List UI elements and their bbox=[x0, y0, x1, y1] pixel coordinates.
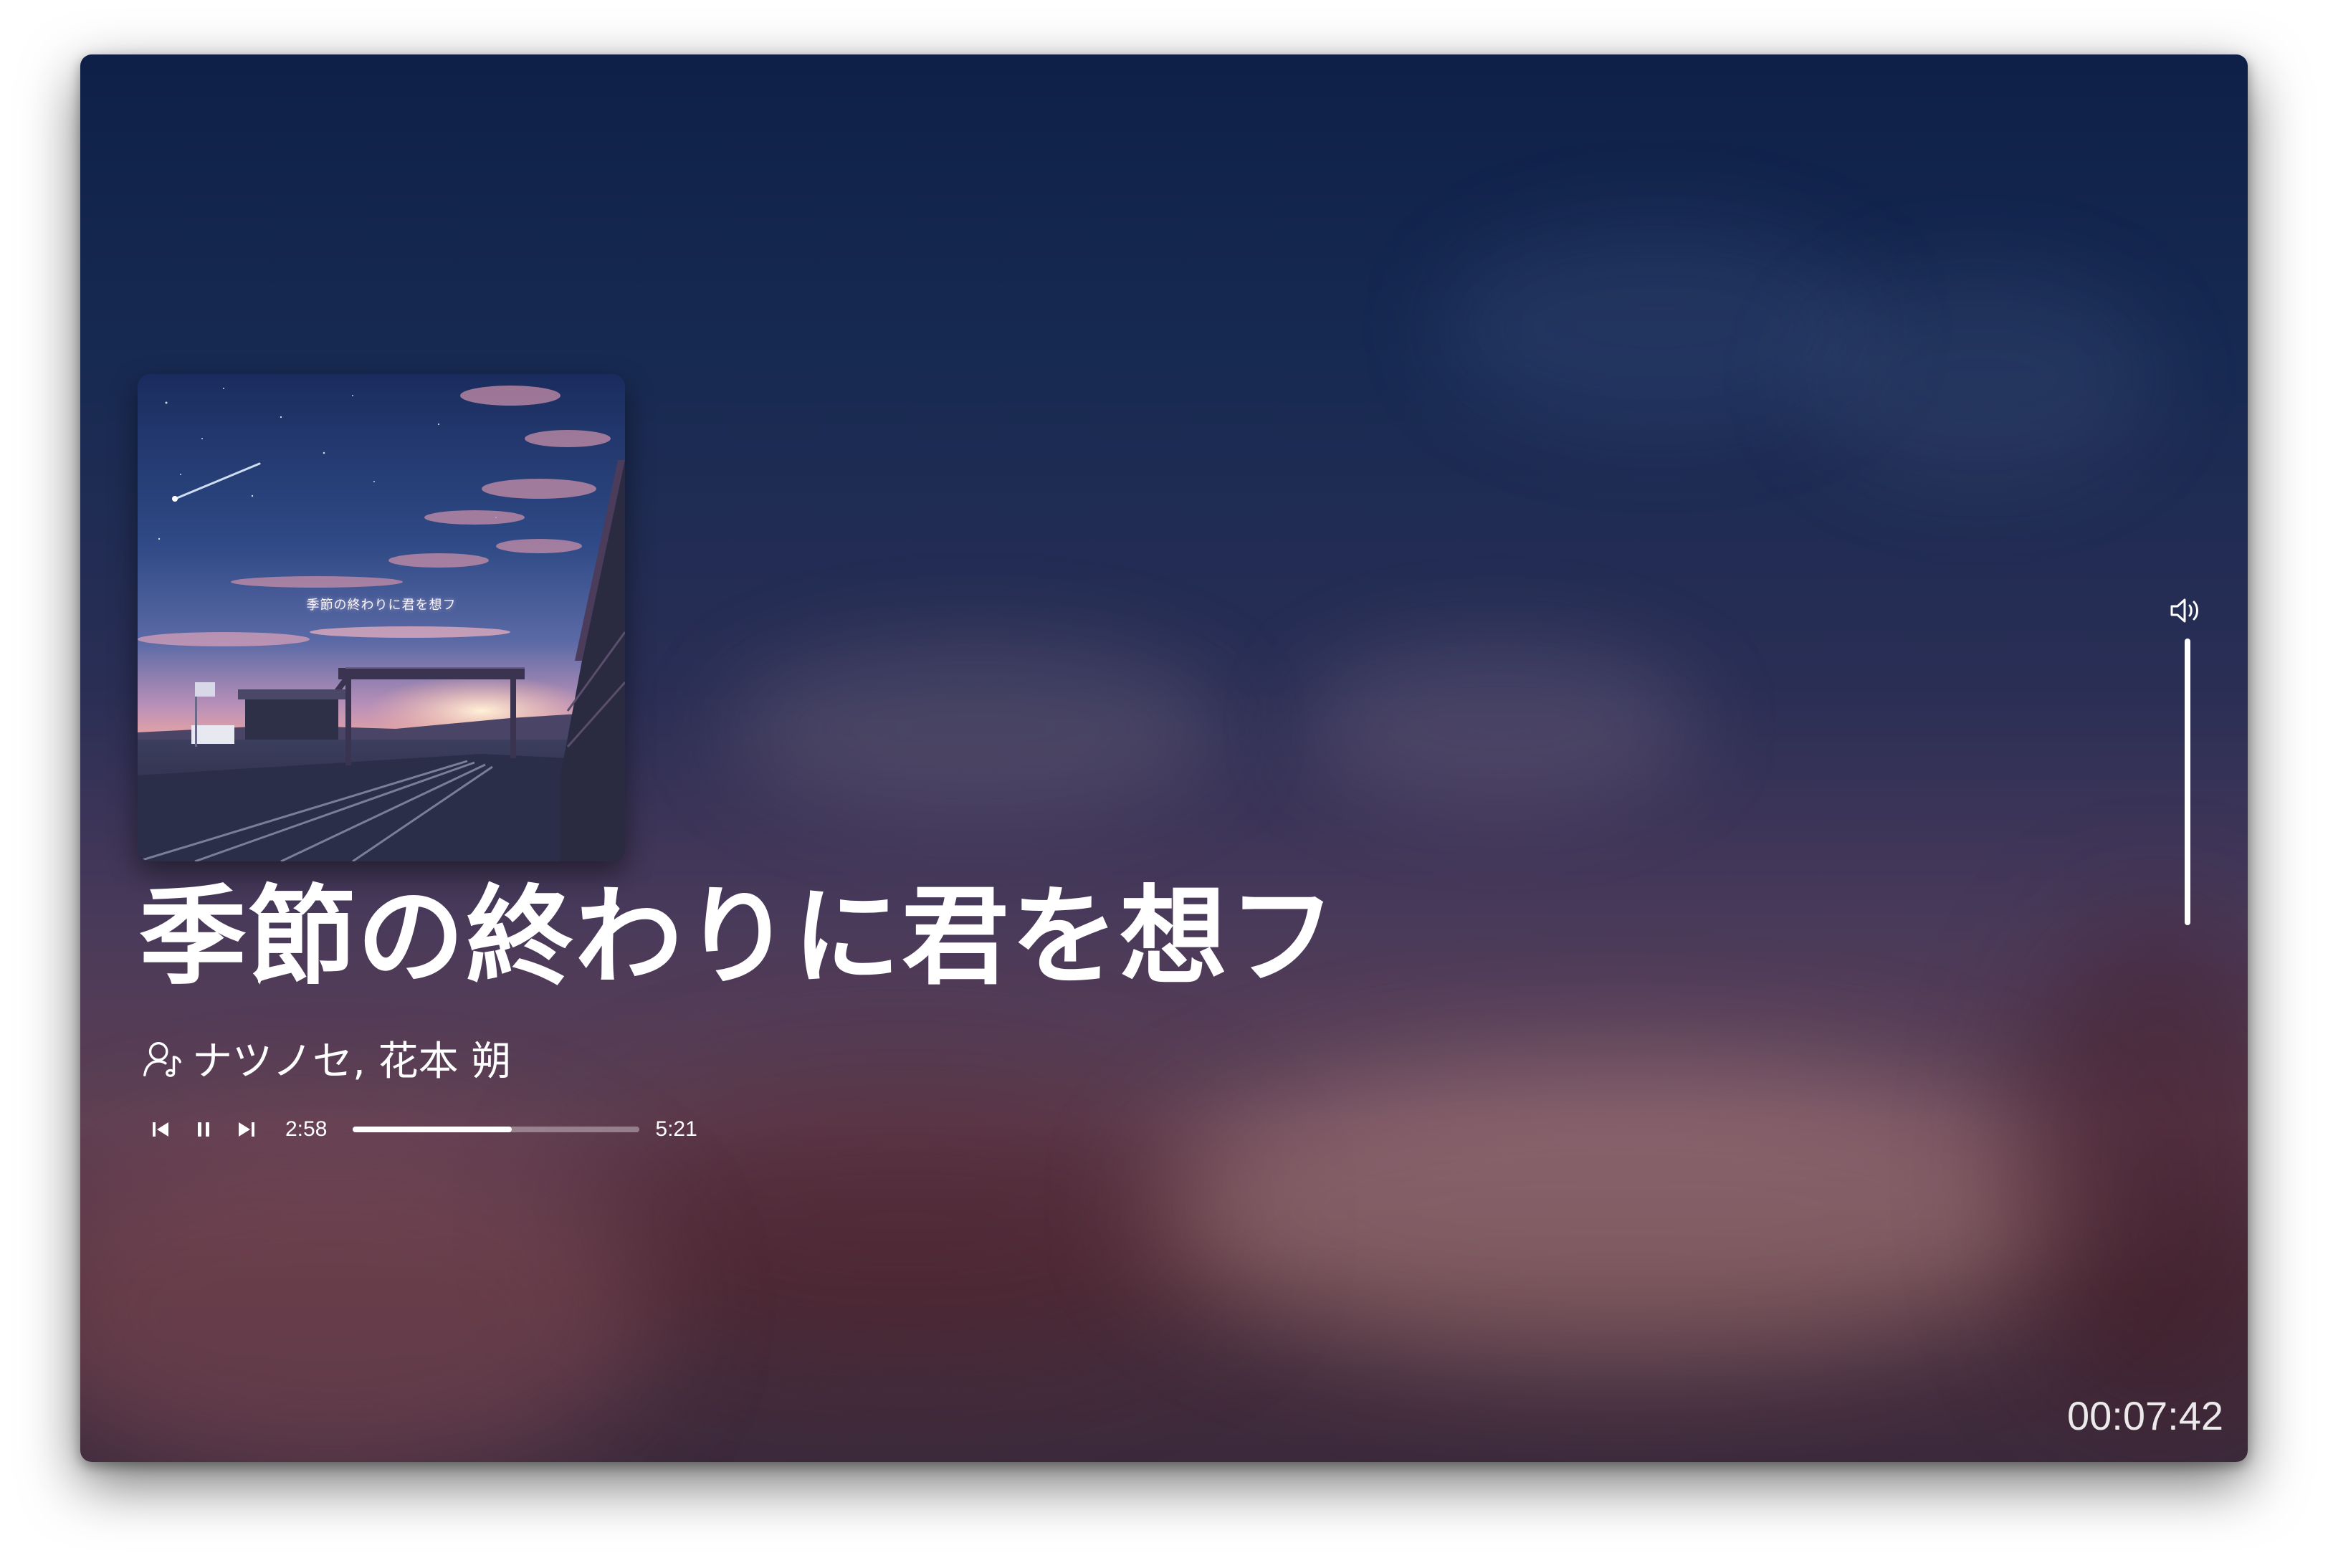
pause-button[interactable] bbox=[188, 1114, 219, 1145]
background-blur bbox=[1299, 642, 1700, 807]
total-duration: 5:21 bbox=[655, 1117, 697, 1141]
artist-row[interactable]: ナツノセ, 花本 朔 bbox=[140, 1029, 511, 1087]
volume-slider-fill bbox=[2185, 639, 2190, 925]
song-title: 季節の終わりに君を想フ bbox=[139, 875, 1338, 1000]
artist-music-note-icon bbox=[143, 1041, 181, 1077]
volume-slider[interactable] bbox=[2185, 639, 2190, 925]
album-cover: 季節の終わりに君を想フ bbox=[138, 374, 625, 861]
clock-readout: 00:07:42 bbox=[2067, 1393, 2223, 1438]
background-blur bbox=[1800, 269, 2159, 484]
speaker-volume-icon[interactable] bbox=[2167, 592, 2205, 629]
next-track-icon bbox=[239, 1122, 254, 1137]
elapsed-time: 2:58 bbox=[285, 1117, 328, 1141]
playback-controls: 2:58 5:21 bbox=[145, 1108, 697, 1151]
progress-bar-fill bbox=[353, 1127, 512, 1132]
background-blur bbox=[80, 1129, 654, 1462]
album-cover-art bbox=[138, 374, 625, 861]
background-blur bbox=[1155, 1058, 2087, 1359]
artist-name[interactable]: ナツノセ, 花本 朔 bbox=[192, 1029, 511, 1087]
cover-title-text: 季節の終わりに君を想フ bbox=[306, 598, 457, 613]
previous-track-icon bbox=[153, 1122, 168, 1137]
background-blur bbox=[725, 642, 1227, 814]
next-track-button[interactable] bbox=[231, 1114, 262, 1145]
player-window: 季節の終わりに君を想フ 季節の終わりに君を想フ ナツノセ, 花本 朔 2:58 … bbox=[80, 54, 2248, 1462]
progress-bar[interactable] bbox=[353, 1127, 640, 1132]
previous-track-button[interactable] bbox=[145, 1114, 176, 1145]
pause-icon bbox=[198, 1122, 209, 1137]
background-blur bbox=[2015, 914, 2248, 1416]
